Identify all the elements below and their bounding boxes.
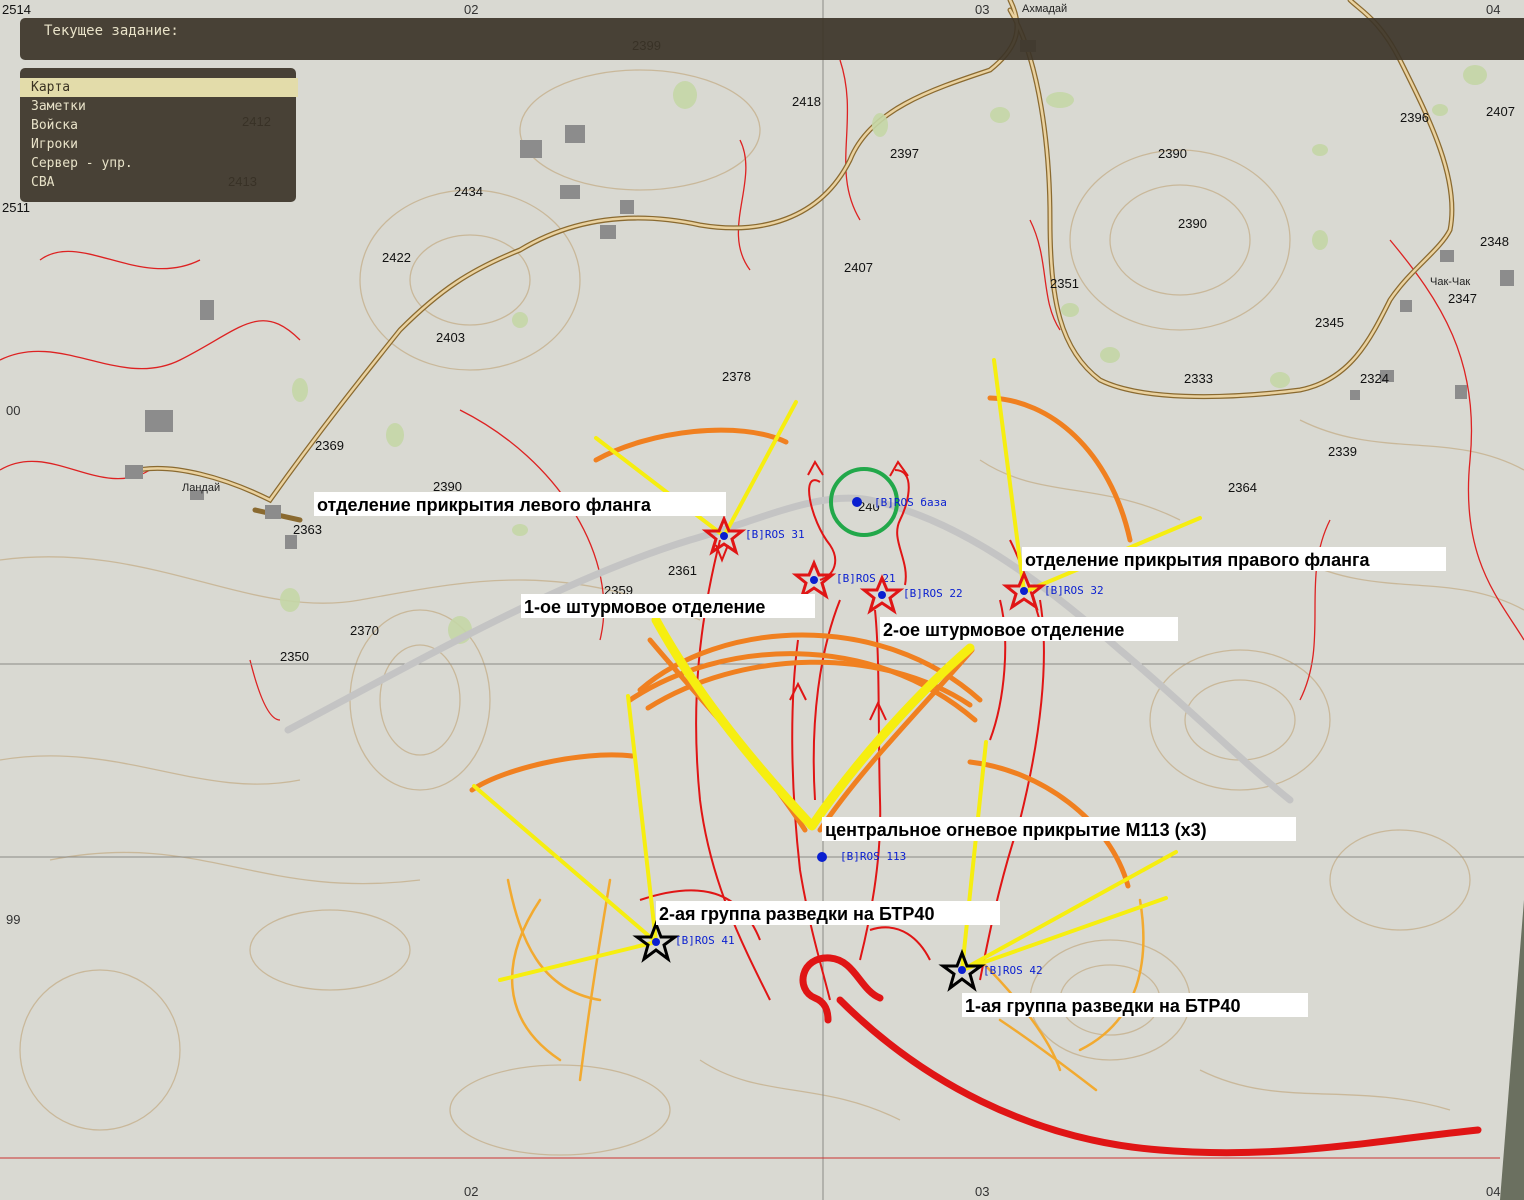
grid-label: 03 — [975, 1184, 989, 1199]
grid-label: 04 — [1486, 1184, 1500, 1199]
grid-label: 00 — [6, 403, 20, 418]
elevation-label: 2396 — [1400, 110, 1429, 125]
elevation-label: 2345 — [1315, 315, 1344, 330]
elevation-label: 2390 — [433, 479, 462, 494]
unit-dot-icon — [720, 532, 728, 540]
elevation-label: 2324 — [1360, 371, 1389, 386]
unit-label-31: [B]ROS 31 — [745, 528, 805, 541]
elevation-label: 2422 — [382, 250, 411, 265]
annotation-assault-2: 2-ое штурмовое отделение — [883, 620, 1124, 640]
elevation-label: 2434 — [454, 184, 483, 199]
m113-marker-icon[interactable] — [817, 852, 827, 862]
map-menu: Карта Заметки Войска Игроки Сервер - упр… — [20, 68, 298, 202]
menu-item-notes[interactable]: Заметки — [20, 97, 296, 116]
elevation-label: 2370 — [350, 623, 379, 638]
elevation-label: 2511 — [2, 200, 30, 215]
elevation-label: 2390 — [1178, 216, 1207, 231]
annotation-left-flank: отделение прикрытия левого фланга — [317, 495, 652, 515]
current-task-bar: Текущее задание: — [20, 18, 1524, 60]
elevation-label: 2390 — [1158, 146, 1187, 161]
unit-dot-icon — [958, 966, 966, 974]
annotation-assault-1: 1-ое штурмовое отделение — [524, 597, 765, 617]
elevation-label: 2403 — [436, 330, 465, 345]
unit-label-42: [B]ROS 42 — [983, 964, 1043, 977]
unit-label-21: [B]ROS 21 — [836, 572, 896, 585]
grid-label: 04 — [1486, 2, 1500, 17]
unit-dot-icon — [1020, 587, 1028, 595]
annotation-recon-2: 2-ая группа разведки на БТР40 — [659, 904, 934, 924]
current-task-label: Текущее задание: — [44, 23, 179, 39]
grid-label: 99 — [6, 912, 20, 927]
elevation-label: 2351 — [1050, 276, 1079, 291]
elevation-label: 2363 — [293, 522, 322, 537]
unit-label-22: [B]ROS 22 — [903, 587, 963, 600]
elevation-label: 2339 — [1328, 444, 1357, 459]
menu-item-server-control[interactable]: Сервер - упр. — [20, 154, 296, 173]
elevation-label: 2369 — [315, 438, 344, 453]
elevation-label: 2418 — [792, 94, 821, 109]
elevation-label: 2378 — [722, 369, 751, 384]
elevation-label: 2364 — [1228, 480, 1257, 495]
menu-item-map[interactable]: Карта — [20, 78, 298, 97]
elevation-label: 2361 — [668, 563, 697, 578]
elevation-label: 2347 — [1448, 291, 1477, 306]
grid-label: 02 — [464, 2, 478, 17]
unit-dot-icon — [810, 576, 818, 584]
unit-label-base: [B]ROS база — [874, 496, 947, 509]
unit-dot-icon — [878, 591, 886, 599]
menu-item-sva[interactable]: СВА — [20, 173, 296, 192]
unit-label-41: [B]ROS 41 — [675, 934, 735, 947]
elevation-label: 2514 — [2, 2, 31, 17]
unit-label-32: [B]ROS 32 — [1044, 584, 1104, 597]
grid-label: 03 — [975, 2, 989, 17]
annotation-recon-1: 1-ая группа разведки на БТР40 — [965, 996, 1240, 1016]
menu-item-players[interactable]: Игроки — [20, 135, 296, 154]
town-label-chak-chak: Чак-Чак — [1430, 276, 1470, 288]
unit-dot-icon — [652, 938, 660, 946]
grid-label: 02 — [464, 1184, 478, 1199]
annotation-right-flank: отделение прикрытия правого фланга — [1025, 550, 1370, 570]
base-marker-icon[interactable] — [852, 497, 862, 507]
town-label-landay: Ландай — [182, 482, 220, 494]
town-label-akhmaday: Ахмадай — [1022, 3, 1067, 15]
elevation-label: 2350 — [280, 649, 309, 664]
elevation-label: 2407 — [1486, 104, 1515, 119]
elevation-label: 2407 — [844, 260, 873, 275]
unit-label-113: [B]ROS 113 — [840, 850, 906, 863]
menu-item-units[interactable]: Войска — [20, 116, 296, 135]
elevation-label: 2333 — [1184, 371, 1213, 386]
elevation-label: 2397 — [890, 146, 919, 161]
elevation-label: 2348 — [1480, 234, 1509, 249]
annotation-central-cover: центральное огневое прикрытие М113 (x3) — [825, 820, 1207, 840]
